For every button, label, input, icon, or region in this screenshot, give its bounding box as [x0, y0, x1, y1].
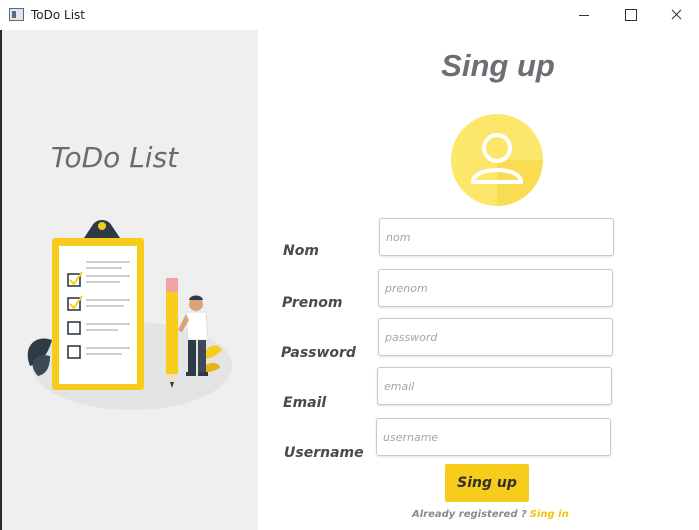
sidebar-title: ToDo List — [50, 141, 179, 174]
signin-link[interactable]: Sing in — [530, 509, 569, 520]
label-username: Username — [284, 445, 364, 461]
app-window-icon — [9, 8, 24, 21]
footer-text: Already registered ? — [412, 509, 527, 520]
signin-footer: Already registered ? Sing in — [412, 509, 569, 520]
email-field[interactable] — [377, 367, 612, 405]
window-title: ToDo List — [31, 8, 86, 22]
prenom-field[interactable] — [378, 269, 613, 307]
window-titlebar: ToDo List — [0, 0, 699, 30]
label-nom: Nom — [283, 243, 319, 259]
maximize-icon[interactable] — [607, 0, 653, 30]
password-field[interactable] — [378, 318, 613, 356]
username-field[interactable] — [376, 418, 611, 456]
label-password: Password — [281, 345, 356, 361]
page-title: Sing up — [441, 48, 555, 83]
label-prenom: Prenom — [282, 295, 343, 311]
nom-field[interactable] — [379, 218, 614, 256]
minimize-icon[interactable] — [561, 0, 607, 30]
user-avatar-icon — [451, 114, 543, 206]
close-icon[interactable] — [653, 0, 699, 30]
signup-button[interactable]: Sing up — [445, 464, 529, 502]
label-email: Email — [283, 395, 327, 411]
todo-checklist-illustration — [27, 220, 232, 410]
panel-edge — [0, 30, 2, 530]
left-panel: ToDo List — [0, 30, 258, 530]
